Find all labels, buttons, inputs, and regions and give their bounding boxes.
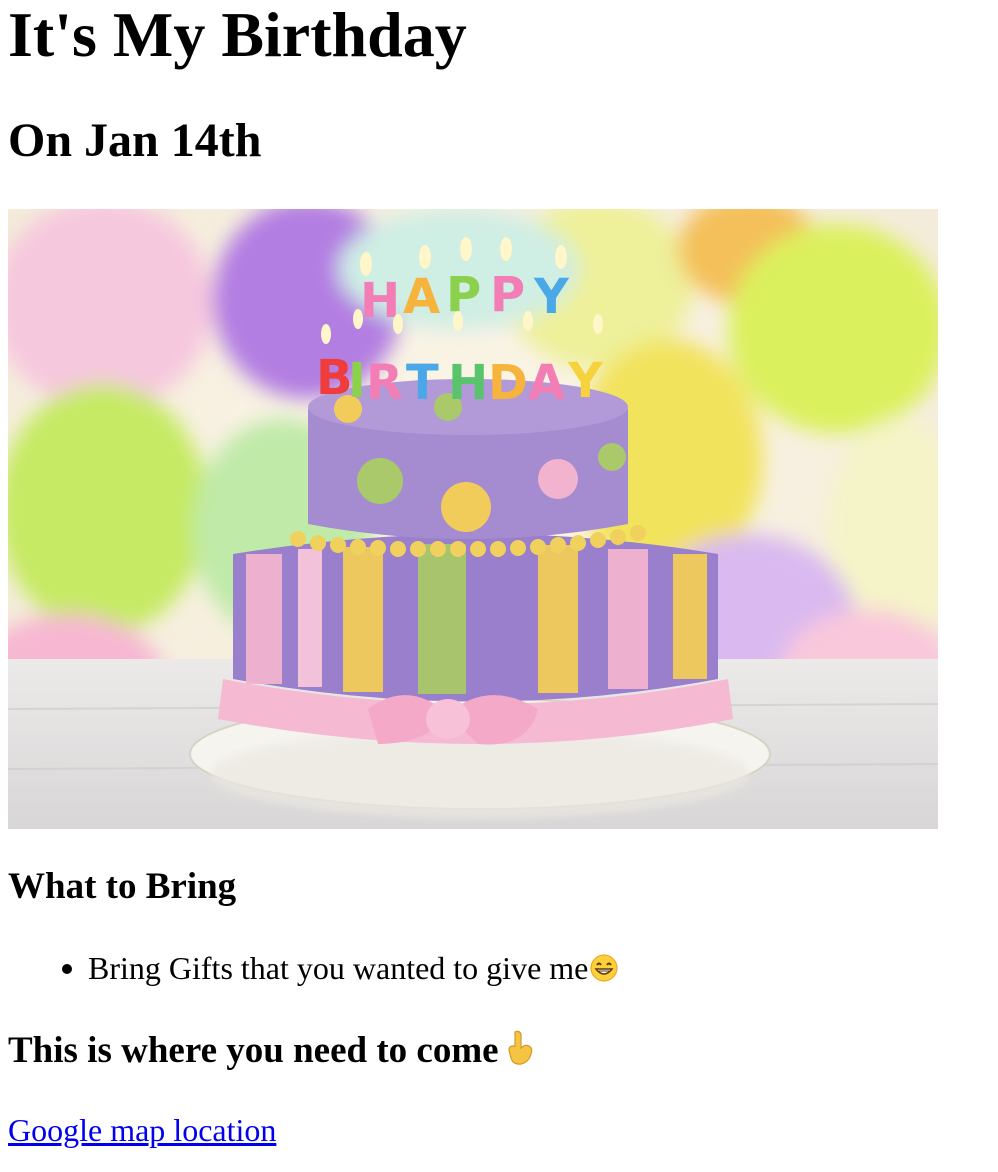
svg-text:Y: Y	[567, 353, 604, 409]
svg-text:H: H	[448, 355, 488, 411]
bring-list: Bring Gifts that you wanted to give me	[0, 948, 619, 988]
location-heading: This is where you need to come	[8, 1030, 537, 1072]
svg-text:D: D	[488, 355, 528, 411]
what-to-bring-heading: What to Bring	[8, 866, 237, 907]
list-item: Bring Gifts that you wanted to give me	[62, 948, 619, 988]
page-title: It's My Birthday	[8, 0, 467, 70]
birthday-cake-image: H A P P Y B I R T H D A Y	[8, 209, 938, 829]
list-item-text: Bring Gifts that you wanted to give me	[88, 950, 589, 986]
svg-text:A: A	[528, 355, 565, 411]
svg-text:A: A	[403, 269, 440, 325]
svg-text:I: I	[348, 353, 366, 409]
svg-text:P: P	[446, 267, 481, 323]
page-subtitle: On Jan 14th	[8, 114, 262, 167]
svg-text:T: T	[406, 355, 439, 411]
google-map-link[interactable]: Google map location	[8, 1110, 276, 1150]
svg-text:Y: Y	[533, 269, 570, 325]
pointing-down-icon	[507, 1030, 532, 1065]
svg-text:R: R	[366, 355, 403, 411]
svg-text:P: P	[490, 267, 525, 323]
grinning-face-icon	[590, 954, 618, 982]
bullet-icon	[62, 964, 72, 974]
